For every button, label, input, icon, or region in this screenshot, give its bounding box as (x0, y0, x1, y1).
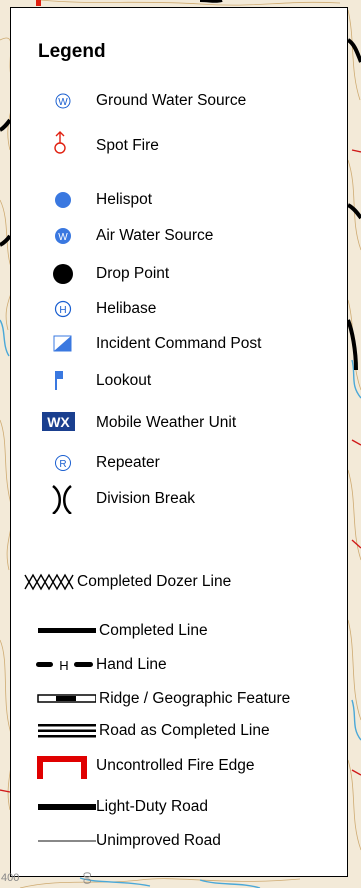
legend-label: Air Water Source (96, 227, 214, 244)
uncontrolled-fire-edge-icon (37, 756, 87, 779)
light-duty-road-icon (38, 804, 96, 810)
ridge-geographic-feature-icon (37, 694, 96, 703)
legend-label: Helispot (96, 191, 152, 208)
legend-label: Spot Fire (96, 137, 159, 154)
legend-label: Mobile Weather Unit (96, 414, 237, 431)
repeater-icon: R (55, 455, 71, 471)
unimproved-road-icon (38, 840, 96, 842)
mobile-weather-unit-icon: WX (42, 412, 75, 431)
legend-label: Ridge / Geographic Feature (99, 690, 291, 707)
incident-command-post-icon (53, 335, 72, 352)
legend-item-uncontrolled-fire-edge: Uncontrolled Fire Edge (11, 751, 347, 781)
legend-label: Helibase (96, 300, 157, 317)
legend-item-drop-point: Drop Point (11, 259, 347, 289)
legend-item-unimproved-road: Unimproved Road (11, 826, 347, 856)
map-contour-label: 400 (1, 872, 20, 884)
legend-label: Completed Dozer Line (77, 573, 232, 590)
air-water-source-icon: W (55, 228, 71, 244)
legend-item-ground-water-source: W Ground Water Source (11, 86, 347, 116)
legend-item-light-duty-road: Light-Duty Road (11, 792, 347, 822)
legend-item-helibase: H Helibase (11, 294, 347, 324)
legend-item-incident-command-post: Incident Command Post (11, 329, 347, 359)
legend-label: Road as Completed Line (99, 722, 270, 739)
hand-line-icon: H (36, 658, 93, 673)
completed-dozer-line-icon (24, 573, 74, 591)
legend-item-spot-fire: Spot Fire (11, 131, 347, 161)
legend-item-hand-line: H Hand Line (11, 650, 347, 680)
legend-item-repeater: R Repeater (11, 448, 347, 478)
legend-item-road-as-completed-line: Road as Completed Line (11, 716, 347, 746)
legend-item-ridge-geographic-feature: Ridge / Geographic Feature (11, 684, 347, 714)
legend-label: Lookout (96, 372, 152, 389)
ground-water-source-icon: W (55, 93, 71, 109)
svg-text:WX: WX (47, 414, 70, 430)
completed-line-icon (38, 628, 96, 633)
svg-text:W: W (58, 232, 68, 243)
legend-label: Unimproved Road (96, 832, 221, 849)
map-legend: Legend W Ground Water Source Spot Fire H… (10, 7, 348, 877)
legend-label: Incident Command Post (96, 335, 262, 352)
map-contour-label: 00 (82, 871, 95, 885)
svg-text:W: W (58, 97, 68, 108)
legend-label: Hand Line (96, 656, 167, 673)
legend-item-air-water-source: W Air Water Source (11, 221, 347, 251)
legend-item-completed-line: Completed Line (11, 616, 347, 646)
drop-point-icon (53, 264, 73, 284)
helibase-icon: H (54, 300, 72, 318)
legend-item-division-break: Division Break (11, 484, 347, 514)
svg-text:H: H (59, 658, 68, 673)
legend-item-mobile-weather-unit: WX Mobile Weather Unit (11, 408, 347, 438)
legend-label: Ground Water Source (96, 92, 247, 109)
legend-label: Repeater (96, 454, 160, 471)
road-as-completed-line-icon (38, 724, 96, 738)
legend-label: Light-Duty Road (96, 798, 209, 815)
division-break-icon (52, 485, 72, 514)
spot-fire-icon (54, 131, 66, 154)
legend-label: Uncontrolled Fire Edge (96, 757, 255, 774)
legend-label: Completed Line (99, 622, 208, 639)
legend-label: Division Break (96, 490, 196, 507)
legend-title: Legend (38, 41, 106, 62)
svg-text:R: R (59, 459, 66, 470)
legend-label: Drop Point (96, 265, 170, 282)
legend-item-helispot: Helispot (11, 185, 347, 215)
legend-item-lookout: Lookout (11, 366, 347, 396)
legend-item-completed-dozer-line: Completed Dozer Line (11, 567, 347, 597)
svg-text:H: H (59, 305, 66, 316)
helispot-icon (55, 192, 71, 208)
lookout-icon (55, 371, 63, 390)
